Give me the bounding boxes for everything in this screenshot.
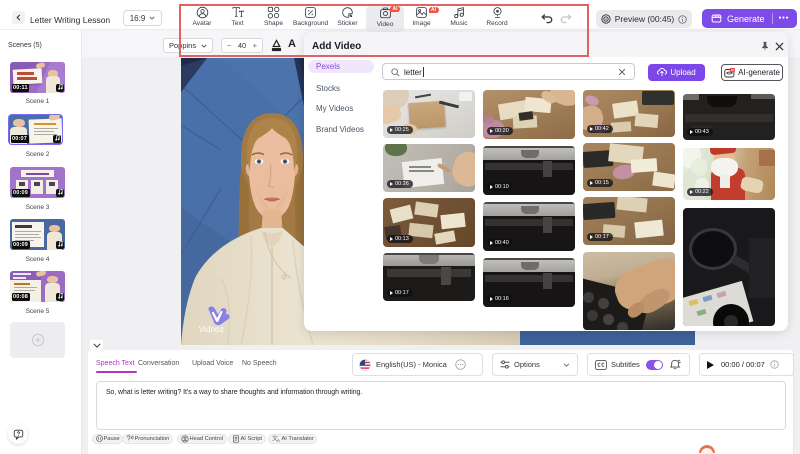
svg-text:A: A <box>276 438 279 443</box>
svg-text:AI: AI <box>731 68 734 72</box>
svg-text:Vidnoz: Vidnoz <box>199 324 224 334</box>
